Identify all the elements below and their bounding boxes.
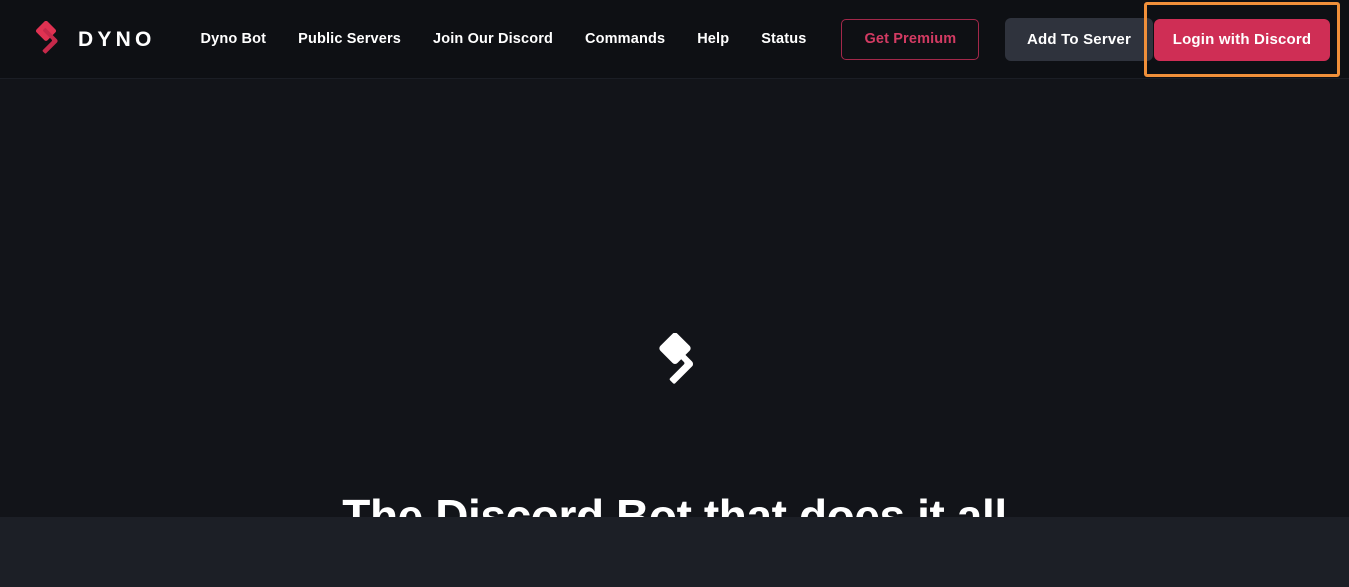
nav-link-public-servers[interactable]: Public Servers — [282, 32, 417, 47]
nav-link-help[interactable]: Help — [681, 32, 745, 47]
nav-link-status[interactable]: Status — [745, 32, 822, 47]
dyno-landing-page: DYNO Dyno Bot Public Servers Join Our Di… — [0, 0, 1349, 587]
dyno-diamond-logo-white-icon — [658, 333, 693, 384]
nav-link-dyno-bot[interactable]: Dyno Bot — [184, 32, 282, 47]
brand-wordmark: DYNO — [78, 27, 156, 51]
brand-logo-link[interactable]: DYNO — [28, 21, 155, 57]
get-premium-button[interactable]: Get Premium — [841, 18, 980, 60]
page-bottom-band — [0, 517, 1349, 587]
site-header: DYNO Dyno Bot Public Servers Join Our Di… — [0, 0, 1349, 79]
nav-link-commands[interactable]: Commands — [569, 32, 681, 47]
nav-link-join-our-discord[interactable]: Join Our Discord — [417, 32, 569, 47]
login-button-highlight-annotation: Login with Discord — [1144, 2, 1340, 77]
login-with-discord-button[interactable]: Login with Discord — [1154, 18, 1330, 61]
dyno-diamond-logo-icon — [35, 21, 58, 54]
add-to-server-button[interactable]: Add To Server — [1004, 18, 1153, 61]
hero-heading: The Discord Bot that does it all — [342, 490, 1007, 517]
hero-section: The Discord Bot that does it all — [0, 79, 1349, 517]
main-navigation: Dyno Bot Public Servers Join Our Discord… — [184, 18, 980, 60]
